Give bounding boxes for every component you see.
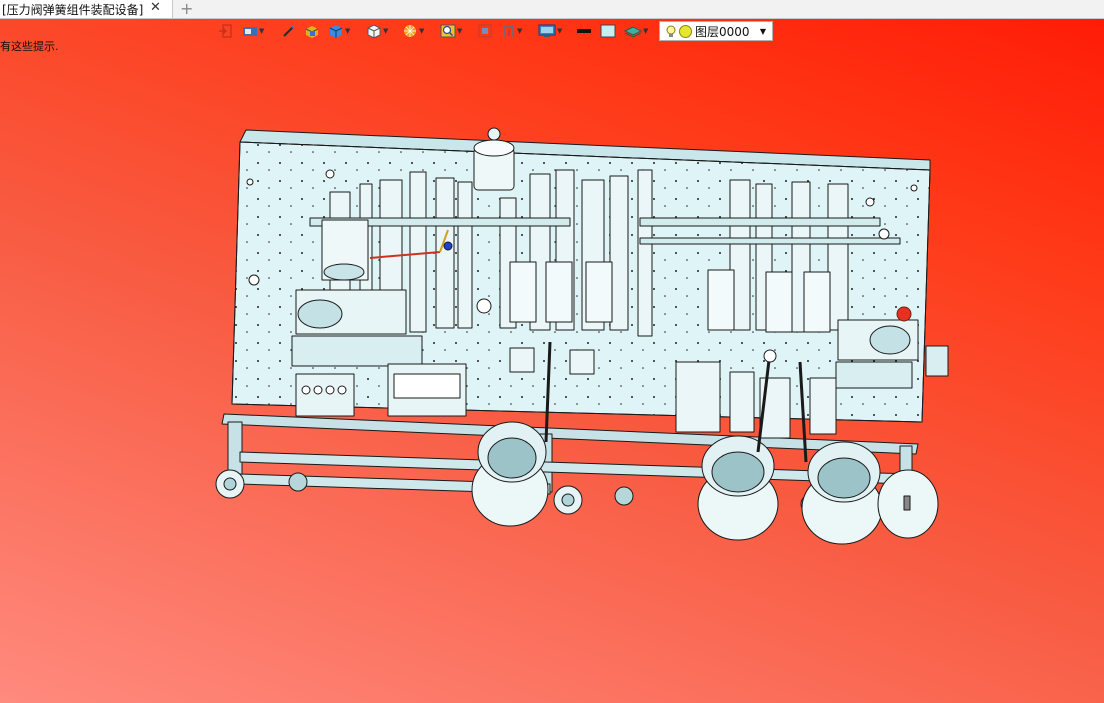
shaded-box-icon (329, 25, 343, 38)
graphics-toolbar: ▼ ▼ ▼ ▼ ▼ ▼ ▼ ▼ 图层0000 ▼ (214, 20, 774, 42)
display-style-button[interactable]: ▼ (242, 22, 264, 40)
shaded-box-button[interactable]: ▼ (328, 22, 350, 40)
assembly-model-view[interactable] (210, 122, 950, 550)
view-cube-icon (367, 24, 381, 38)
lightbulb-icon (666, 25, 676, 37)
chevron-down-icon: ▼ (383, 27, 389, 35)
chevron-down-icon: ▼ (517, 27, 523, 35)
chevron-down-icon: ▼ (557, 27, 563, 35)
chevron-down-icon: ▼ (643, 27, 649, 35)
render-button[interactable]: ▼ (402, 22, 424, 40)
layer-manager-icon (624, 26, 642, 38)
monitor-button[interactable]: ▼ (538, 22, 562, 40)
render-icon (404, 25, 416, 37)
fill-color-button[interactable] (600, 22, 616, 40)
close-icon[interactable]: ✕ (150, 0, 161, 15)
chevron-down-icon: ▼ (345, 27, 351, 35)
section-icon (504, 25, 514, 37)
material-icon (305, 26, 319, 38)
zoom-button[interactable]: ▼ (440, 22, 462, 40)
pen-icon (283, 25, 295, 37)
monitor-icon (538, 24, 556, 37)
layer-manager-button[interactable]: ▼ (624, 22, 648, 40)
document-tab-bar: [压力阀弹簧组件装配设备] ✕ + (0, 0, 1104, 19)
line-color-icon (577, 29, 591, 33)
material-button[interactable] (304, 22, 320, 40)
fit-view-icon (478, 24, 492, 38)
zoom-icon (440, 24, 456, 38)
chevron-down-icon: ▼ (259, 27, 265, 35)
layer-selector[interactable]: 图层0000 ▼ (659, 21, 773, 41)
layer-color-icon (679, 24, 692, 38)
fit-view-button[interactable] (478, 22, 492, 40)
layer-name: 图层0000 (695, 24, 750, 39)
view-cube-button[interactable]: ▼ (366, 22, 388, 40)
document-tab[interactable]: [压力阀弹簧组件装配设备] ✕ (0, 0, 173, 18)
fill-color-icon (600, 24, 616, 38)
new-tab-button[interactable]: + (180, 0, 193, 18)
exit-sketch-button[interactable] (218, 22, 232, 40)
line-color-button[interactable] (576, 22, 592, 40)
chevron-down-icon: ▼ (457, 27, 463, 35)
display-style-icon (243, 27, 257, 36)
chevron-down-icon[interactable]: ▼ (760, 27, 766, 36)
document-tab-title: [压力阀弹簧组件装配设备] (2, 2, 144, 17)
section-button[interactable]: ▼ (502, 22, 522, 40)
hint-text: 有这些提示. (0, 40, 59, 53)
exit-sketch-icon (219, 24, 232, 38)
chevron-down-icon: ▼ (419, 27, 425, 35)
pen-button[interactable] (282, 22, 296, 40)
